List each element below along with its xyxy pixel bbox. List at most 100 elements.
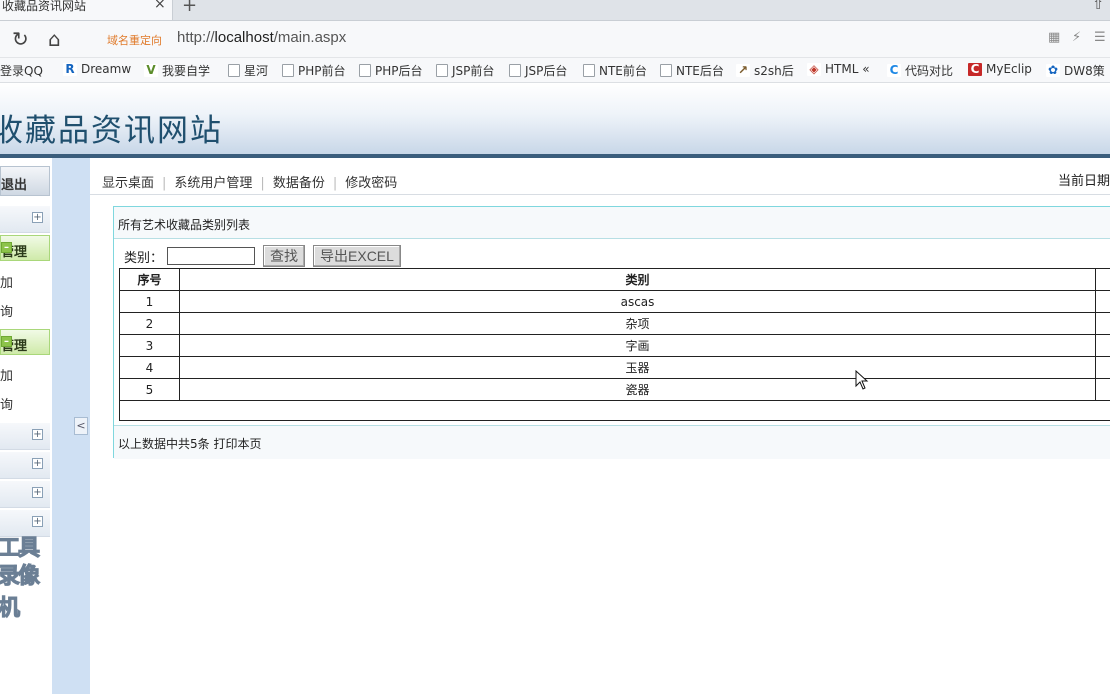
export-excel-button[interactable]: 导出EXCEL [313, 245, 401, 267]
watermark-text: 录像机 [0, 564, 41, 622]
category-search-input[interactable] [167, 247, 256, 265]
home-icon[interactable]: ⌂ [48, 27, 61, 51]
nav-separator: | [260, 176, 265, 191]
cell-extra [1095, 334, 1110, 357]
bookmark-item[interactable]: 星河 [228, 62, 268, 79]
bookmark-item[interactable]: JSP前台 [436, 62, 494, 79]
bookmark-item[interactable]: C 代码对比 [887, 62, 953, 79]
bookmark-item[interactable]: ↗ s2sh后 [736, 62, 794, 79]
nav-data-backup[interactable]: 数据备份 [273, 176, 325, 191]
refresh-icon[interactable]: ↻ [12, 27, 29, 51]
record-count-text: 以上数据中共5条 打印本页 [118, 437, 262, 451]
category-table: 序号 类别 1 ascas 2 杂项 3 字画 4 玉器 5 瓷器 [119, 268, 1110, 401]
bookmark-label: PHP前台 [298, 64, 346, 78]
page-icon [228, 64, 240, 77]
expand-icon[interactable]: + [32, 516, 43, 527]
search-button[interactable]: 查找 [263, 245, 306, 267]
bookmark-item[interactable]: NTE后台 [660, 62, 724, 79]
expand-icon[interactable]: + [32, 458, 43, 469]
current-date-label: 当前日期 [1057, 174, 1110, 189]
paw-icon: ✿ [1046, 63, 1060, 77]
sidebar-group-collapsed[interactable]: + [0, 206, 50, 233]
nav-change-password[interactable]: 修改密码 [345, 176, 397, 191]
new-tab-icon[interactable]: + [182, 0, 197, 16]
qr-code-icon[interactable]: ▦ [1048, 30, 1060, 45]
cell-index: 2 [119, 312, 180, 335]
category-list-panel: 所有艺术收藏品类别列表 类别： 查找 导出EXCEL 序号 类别 1 ascas… [113, 206, 1110, 459]
table-row: 5 瓷器 [119, 378, 1110, 401]
collapse-icon[interactable]: – [1, 242, 12, 253]
bookmark-label: 星河 [244, 64, 269, 78]
mouse-cursor-icon [855, 370, 869, 390]
bookmark-label: JSP前台 [452, 64, 495, 78]
sidebar-item-query[interactable]: 询 [0, 394, 13, 413]
tab-close-icon[interactable]: × [154, 0, 166, 12]
sidebar-group-collapsed[interactable]: + [0, 423, 50, 450]
sidebar-group-2[interactable]: 管理 – [0, 329, 50, 355]
bookmark-icon: V [144, 64, 158, 77]
exit-label: 退出 [1, 178, 28, 193]
expand-icon[interactable]: + [32, 212, 43, 223]
sidebar-group-collapsed[interactable]: + [0, 452, 50, 479]
sidebar-item-query[interactable]: 询 [0, 301, 13, 320]
bookmark-item[interactable]: 登录QQ [0, 62, 43, 79]
bookmark-item[interactable]: C MyEclip [968, 62, 1032, 76]
bookmark-label: PHP后台 [375, 64, 423, 78]
bookmark-item[interactable]: ◈ HTML « [807, 62, 870, 76]
bookmarks-bar: 登录QQ R Dreamw V 我要自学 星河 PHP前台 PHP后台 JSP前台 … [0, 58, 1110, 83]
table-row: 1 ascas [119, 290, 1110, 313]
collapse-icon[interactable]: – [1, 336, 12, 347]
column-header-extra [1095, 268, 1110, 291]
bookmark-item[interactable]: V 我要自学 [144, 62, 210, 79]
browser-tab[interactable]: 收藏品资讯网站 × [0, 0, 173, 20]
cell-category: 玉器 [179, 356, 1096, 379]
url-field[interactable]: http://localhost/main.aspx [177, 29, 346, 46]
cell-index: 1 [119, 290, 180, 313]
bookmark-label: 代码对比 [905, 64, 954, 78]
nav-system-users[interactable]: 系统用户管理 [174, 176, 252, 191]
tshirt-skin-icon[interactable]: ⇧ [1092, 0, 1104, 13]
myeclipse-icon: C [968, 62, 982, 76]
table-row: 3 字画 [119, 334, 1110, 357]
cell-index: 5 [119, 378, 180, 401]
bookmark-item[interactable]: ✿ DW8策 [1046, 62, 1105, 79]
page-icon [583, 64, 595, 77]
bookmark-item[interactable]: PHP前台 [282, 62, 346, 79]
bookmark-item[interactable]: PHP后台 [359, 62, 423, 79]
cell-index: 3 [119, 334, 180, 357]
cell-category: 字画 [179, 334, 1096, 357]
lightning-icon[interactable]: ⚡ [1072, 30, 1081, 45]
menu-icon[interactable]: ☰ [1094, 30, 1106, 45]
bookmark-label: MyEclip [986, 62, 1032, 76]
bookmark-item[interactable]: JSP后台 [509, 62, 567, 79]
sidebar: 退出 + 管理 – 加 询 管理 – 加 询 + + + + 工具 录像机 [0, 158, 52, 694]
cell-category: 杂项 [179, 312, 1096, 335]
main-content: 所有艺术收藏品类别列表 类别： 查找 导出EXCEL 序号 类别 1 ascas… [90, 195, 1110, 694]
bookmark-label: JSP后台 [525, 64, 568, 78]
expand-icon[interactable]: + [32, 487, 43, 498]
sidebar-item-add[interactable]: 加 [0, 272, 13, 291]
cell-extra [1095, 356, 1110, 379]
bookmark-label: Dreamw [81, 62, 132, 76]
cell-extra [1095, 378, 1110, 401]
bookmark-icon: R [63, 62, 77, 76]
bookmark-label: 我要自学 [162, 64, 211, 78]
top-nav: 显示桌面 | 系统用户管理 | 数据备份 | 修改密码 当前日期 [90, 158, 1110, 195]
sidebar-group-collapsed[interactable]: + [0, 481, 50, 508]
top-nav-links: 显示桌面 | 系统用户管理 | 数据备份 | 修改密码 [102, 172, 397, 191]
nav-show-desktop[interactable]: 显示桌面 [102, 176, 154, 191]
sidebar-item-add[interactable]: 加 [0, 365, 13, 384]
expand-icon[interactable]: + [32, 429, 43, 440]
bookmark-item[interactable]: NTE前台 [583, 62, 647, 79]
url-host: localhost [214, 29, 274, 46]
page-icon [282, 64, 294, 77]
collapse-sidebar-icon[interactable]: < [74, 417, 88, 435]
exit-button[interactable]: 退出 [0, 166, 50, 196]
table-footer-row [119, 401, 1110, 421]
html-icon: ◈ [807, 62, 821, 76]
browser-tab-bar: 收藏品资讯网站 × + ⇧ [0, 0, 1110, 21]
sidebar-group-1[interactable]: 管理 – [0, 235, 50, 261]
bookmark-item[interactable]: R Dreamw [63, 62, 131, 76]
bookmark-label: s2sh后 [754, 64, 794, 78]
site-header: 收藏品资讯网站 [0, 83, 1110, 154]
